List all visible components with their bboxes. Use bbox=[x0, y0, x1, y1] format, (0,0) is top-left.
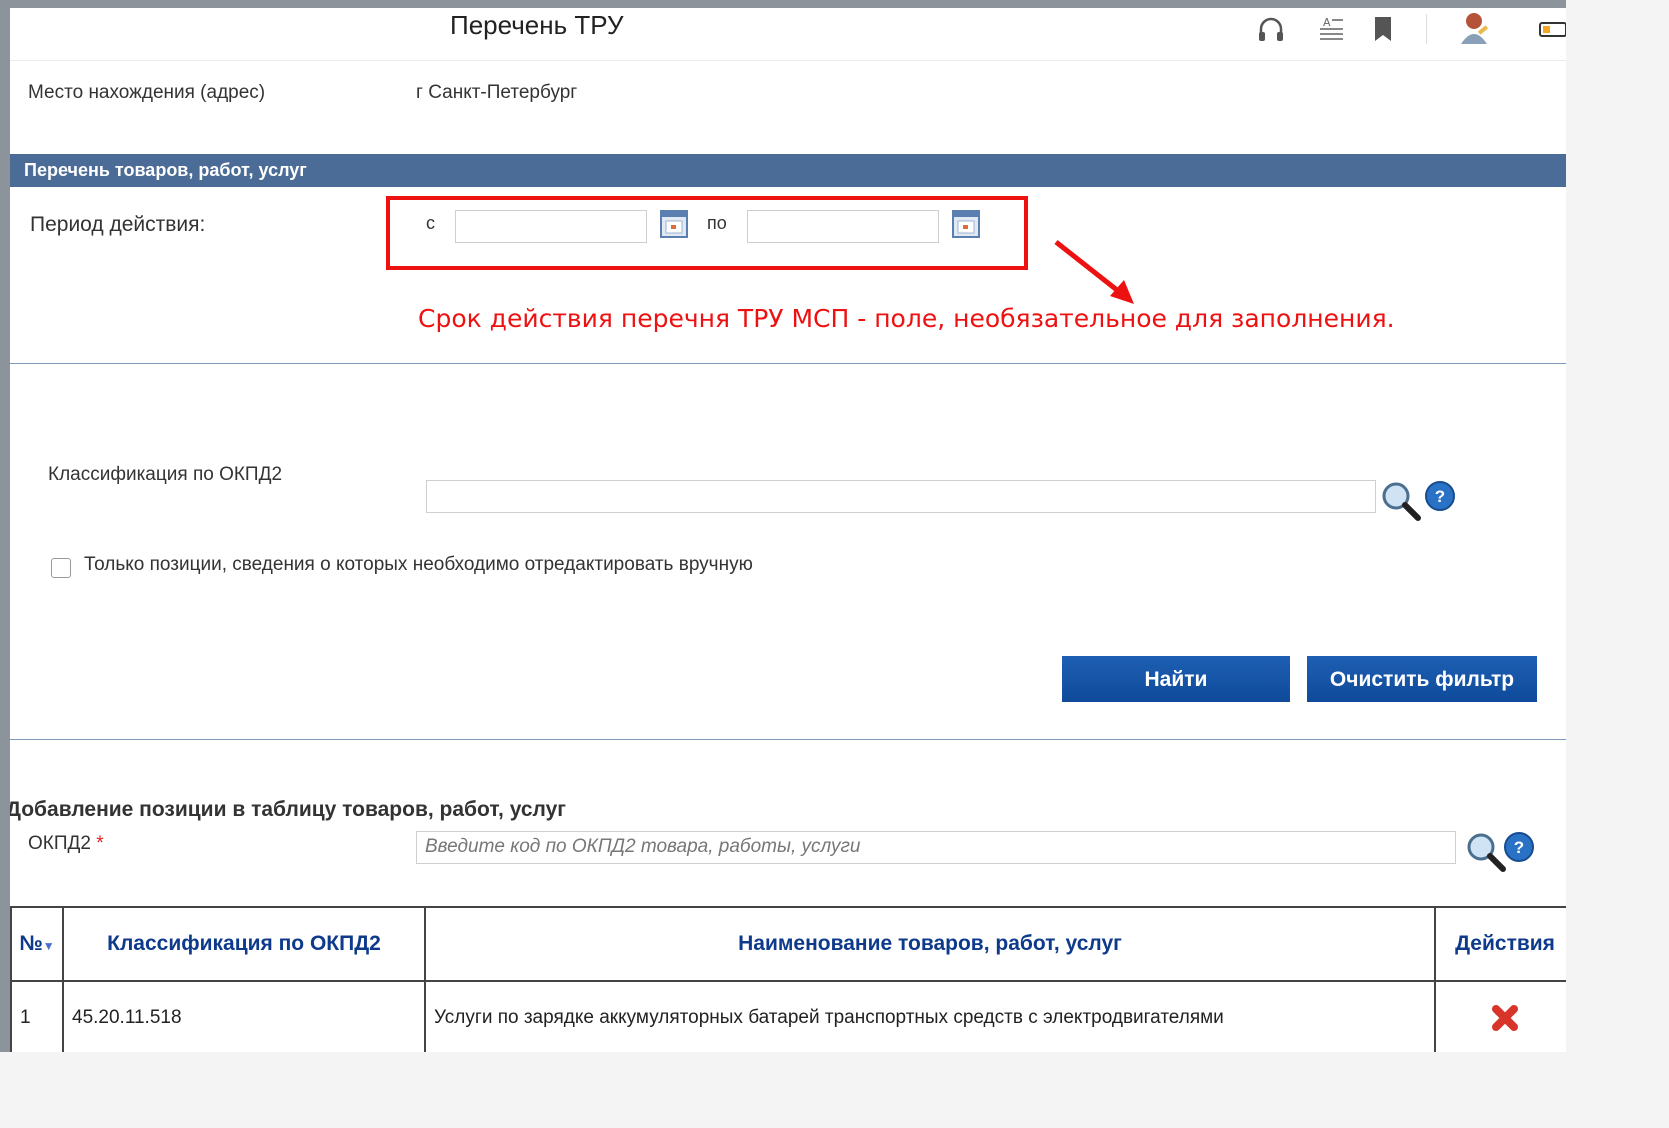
headphones-icon[interactable] bbox=[1256, 14, 1286, 44]
text-size-icon[interactable]: A bbox=[1316, 14, 1346, 44]
column-header-actions: Действия bbox=[1434, 906, 1566, 982]
filter-okpd-label: Классификация по ОКПД2 bbox=[48, 464, 283, 485]
svg-text:A: A bbox=[1323, 16, 1331, 29]
period-label: Период действия: bbox=[30, 213, 206, 236]
calendar-from-icon[interactable] bbox=[660, 210, 688, 238]
divider bbox=[10, 363, 1566, 364]
user-avatar-icon[interactable] bbox=[1456, 10, 1492, 46]
divider bbox=[10, 739, 1566, 740]
add-position-title: Добавление позиции в таблицу товаров, ра… bbox=[10, 798, 567, 821]
add-okpd-input[interactable]: Введите код по ОКПД2 товара, работы, усл… bbox=[416, 831, 1456, 864]
manual-edit-checkbox[interactable] bbox=[51, 558, 71, 578]
column-header-okpd: Классификация по ОКПД2 bbox=[62, 906, 426, 982]
location-label: Место нахождения (адрес) bbox=[28, 82, 266, 103]
table-header-row: №▼ Классификация по ОКПД2 Наименование т… bbox=[10, 906, 1566, 982]
annotation-note: Срок действия перечня ТРУ МСП - поле, не… bbox=[418, 304, 1395, 333]
help-icon[interactable]: ? bbox=[1424, 480, 1456, 512]
positions-table: №▼ Классификация по ОКПД2 Наименование т… bbox=[10, 906, 1566, 1052]
add-okpd-label: ОКПД2 * bbox=[28, 833, 104, 855]
column-header-number[interactable]: №▼ bbox=[10, 906, 64, 982]
location-value: г Санкт-Петербург bbox=[416, 82, 578, 103]
cell-okpd-code: 45.20.11.518 bbox=[62, 980, 426, 1052]
cell-actions bbox=[1434, 980, 1566, 1052]
calendar-to-icon[interactable] bbox=[952, 210, 980, 238]
cell-item-name: Услуги по зарядке аккумуляторных батарей… bbox=[424, 980, 1436, 1052]
filter-okpd-input[interactable] bbox=[426, 480, 1376, 513]
period-from-input[interactable] bbox=[455, 210, 647, 243]
toolbar-separator bbox=[1426, 14, 1427, 44]
sort-arrow-icon: ▼ bbox=[42, 939, 55, 953]
period-to-input[interactable] bbox=[747, 210, 939, 243]
search-icon[interactable] bbox=[1465, 831, 1507, 873]
period-to-label: по bbox=[707, 213, 727, 233]
delete-icon[interactable] bbox=[1490, 1003, 1520, 1033]
find-button[interactable]: Найти bbox=[1062, 656, 1290, 702]
clear-filter-button[interactable]: Очистить фильтр bbox=[1307, 656, 1537, 702]
column-header-name: Наименование товаров, работ, услуг bbox=[424, 906, 1436, 982]
manual-edit-label: Только позиции, сведения о которых необх… bbox=[84, 554, 753, 575]
svg-text:?: ? bbox=[1514, 838, 1524, 857]
help-icon[interactable]: ? bbox=[1503, 831, 1535, 863]
search-icon[interactable] bbox=[1380, 480, 1422, 522]
bookmark-icon[interactable] bbox=[1368, 14, 1398, 44]
period-from-label: с bbox=[426, 213, 435, 233]
column-header-number-label: № bbox=[19, 932, 43, 955]
section-header: Перечень товаров, работ, услуг bbox=[10, 154, 1566, 187]
cell-number: 1 bbox=[10, 980, 64, 1052]
add-okpd-label-text: ОКПД2 bbox=[28, 833, 91, 854]
battery-icon bbox=[1539, 22, 1566, 37]
annotation-arrow-icon bbox=[1054, 240, 1134, 304]
required-mark: * bbox=[96, 833, 104, 854]
page-title: Перечень ТРУ bbox=[450, 10, 624, 40]
background-right bbox=[1566, 0, 1669, 1128]
background-bottom bbox=[0, 1052, 1669, 1128]
svg-text:?: ? bbox=[1435, 487, 1445, 506]
table-row: 1 45.20.11.518 Услуги по зарядке аккумул… bbox=[10, 980, 1566, 1052]
top-bar: Перечень ТРУ A bbox=[10, 8, 1566, 61]
page-content: Перечень ТРУ A Место нахождения (адрес) … bbox=[10, 8, 1566, 1052]
